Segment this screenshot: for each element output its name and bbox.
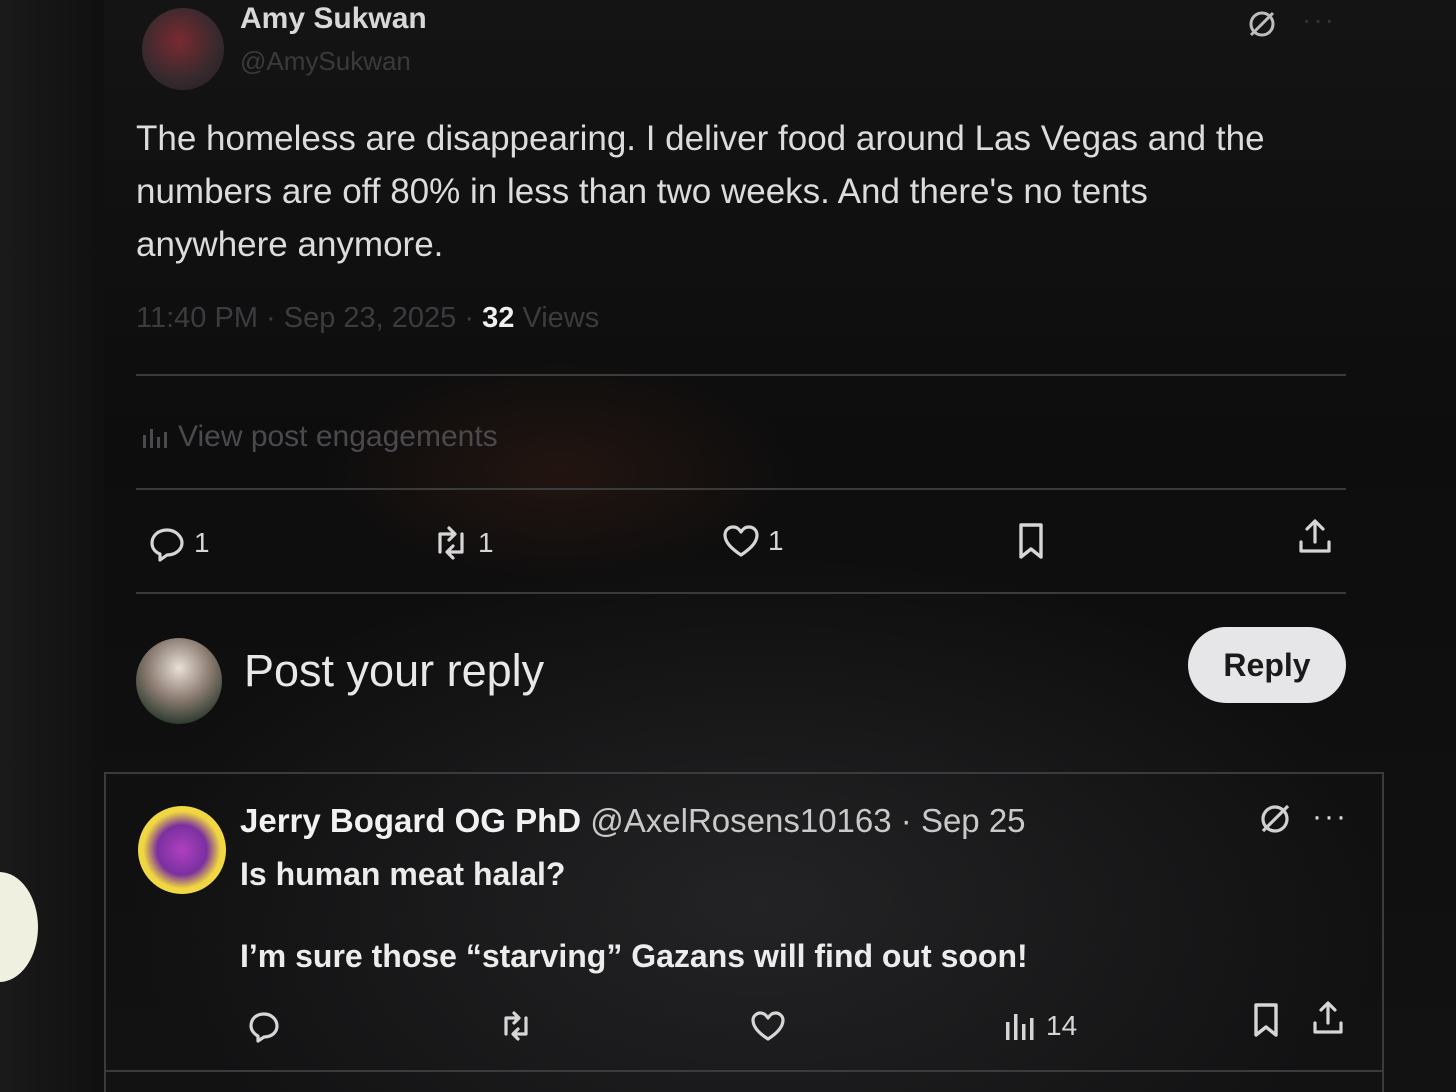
- repost-icon: [504, 1011, 528, 1041]
- reply-text-line: I’m sure those “starving” Gazans will fi…: [240, 938, 1028, 974]
- analytics-icon: [1006, 1014, 1034, 1040]
- reply-count: 1: [194, 527, 210, 558]
- reply-header: Jerry Bogard OG PhD @AxelRosens10163 · S…: [240, 802, 1026, 840]
- more-icon[interactable]: ···: [1312, 800, 1348, 834]
- more-icon[interactable]: ···: [1302, 4, 1336, 36]
- reply-views-count: 14: [1046, 1010, 1078, 1041]
- post-meta: 11:40 PM · Sep 23, 2025 · 32 Views: [136, 302, 599, 335]
- views-label: Views: [514, 302, 600, 334]
- reply-text-line: Is human meat halal?: [240, 856, 566, 892]
- bookmark-icon: [1019, 523, 1043, 559]
- reply-views[interactable]: 14: [1000, 1006, 1077, 1046]
- user-avatar: [136, 638, 222, 724]
- like-icon: [751, 1011, 785, 1041]
- screen: Amy Sukwan @AmySukwan ··· The homeless a…: [0, 0, 1456, 1092]
- like-count: 1: [768, 525, 784, 556]
- reply-icon: [150, 528, 184, 562]
- engagements-label: View post engagements: [178, 420, 498, 453]
- divider: [136, 374, 1346, 376]
- reply-button[interactable]: Reply: [1188, 627, 1346, 703]
- author-handle[interactable]: @AmySukwan: [240, 46, 411, 77]
- share-icon: [1299, 519, 1331, 553]
- divider: [104, 772, 1384, 774]
- post-time[interactable]: 11:40 PM · Sep 23, 2025 ·: [136, 302, 482, 334]
- reply-bookmark-action[interactable]: [1246, 1000, 1286, 1040]
- like-icon: [723, 525, 759, 557]
- reply-icon: [249, 1012, 279, 1043]
- reply-input[interactable]: Post your reply: [244, 645, 544, 697]
- view-engagements-link[interactable]: View post engagements: [140, 420, 498, 454]
- post-text: The homeless are disappearing. I deliver…: [136, 112, 1336, 271]
- repost-action[interactable]: 1: [430, 522, 494, 564]
- reply-like-action[interactable]: [748, 1006, 788, 1046]
- share-action[interactable]: [1294, 516, 1336, 558]
- post-text-line: anywhere anymore.: [136, 225, 444, 264]
- reply-action[interactable]: 1: [146, 522, 210, 564]
- reply-author-name[interactable]: Jerry Bogard OG PhD: [240, 802, 581, 839]
- column-border-left: [104, 772, 106, 1092]
- repost-icon: [438, 526, 464, 560]
- analytics-icon: [143, 429, 167, 448]
- action-bar: 1 1 1: [136, 510, 1346, 580]
- reply-reply-action[interactable]: [244, 1006, 284, 1046]
- column-border-right: [1382, 772, 1384, 1092]
- views-count: 32: [482, 302, 515, 334]
- reply-share-action[interactable]: [1308, 998, 1348, 1038]
- like-action[interactable]: 1: [720, 520, 784, 562]
- author-avatar[interactable]: [142, 8, 224, 90]
- bookmark-icon: [1254, 1003, 1278, 1037]
- repost-count: 1: [478, 527, 494, 558]
- reply-author-handle[interactable]: @AxelRosens10163 · Sep 25: [581, 802, 1025, 839]
- divider: [104, 1070, 1384, 1072]
- grok-icon[interactable]: [1256, 800, 1294, 838]
- divider: [136, 488, 1346, 490]
- reply-author-avatar[interactable]: [138, 806, 226, 894]
- grok-icon[interactable]: [1244, 8, 1280, 40]
- share-icon: [1313, 1001, 1343, 1034]
- post-text-line: numbers are off 80% in less than two wee…: [136, 172, 1148, 211]
- post-text-line: The homeless are disappearing. I deliver…: [136, 119, 1265, 158]
- reply-repost-action[interactable]: [496, 1006, 536, 1046]
- bookmark-action[interactable]: [1010, 520, 1052, 562]
- divider: [136, 592, 1346, 594]
- author-name[interactable]: Amy Sukwan: [240, 2, 427, 36]
